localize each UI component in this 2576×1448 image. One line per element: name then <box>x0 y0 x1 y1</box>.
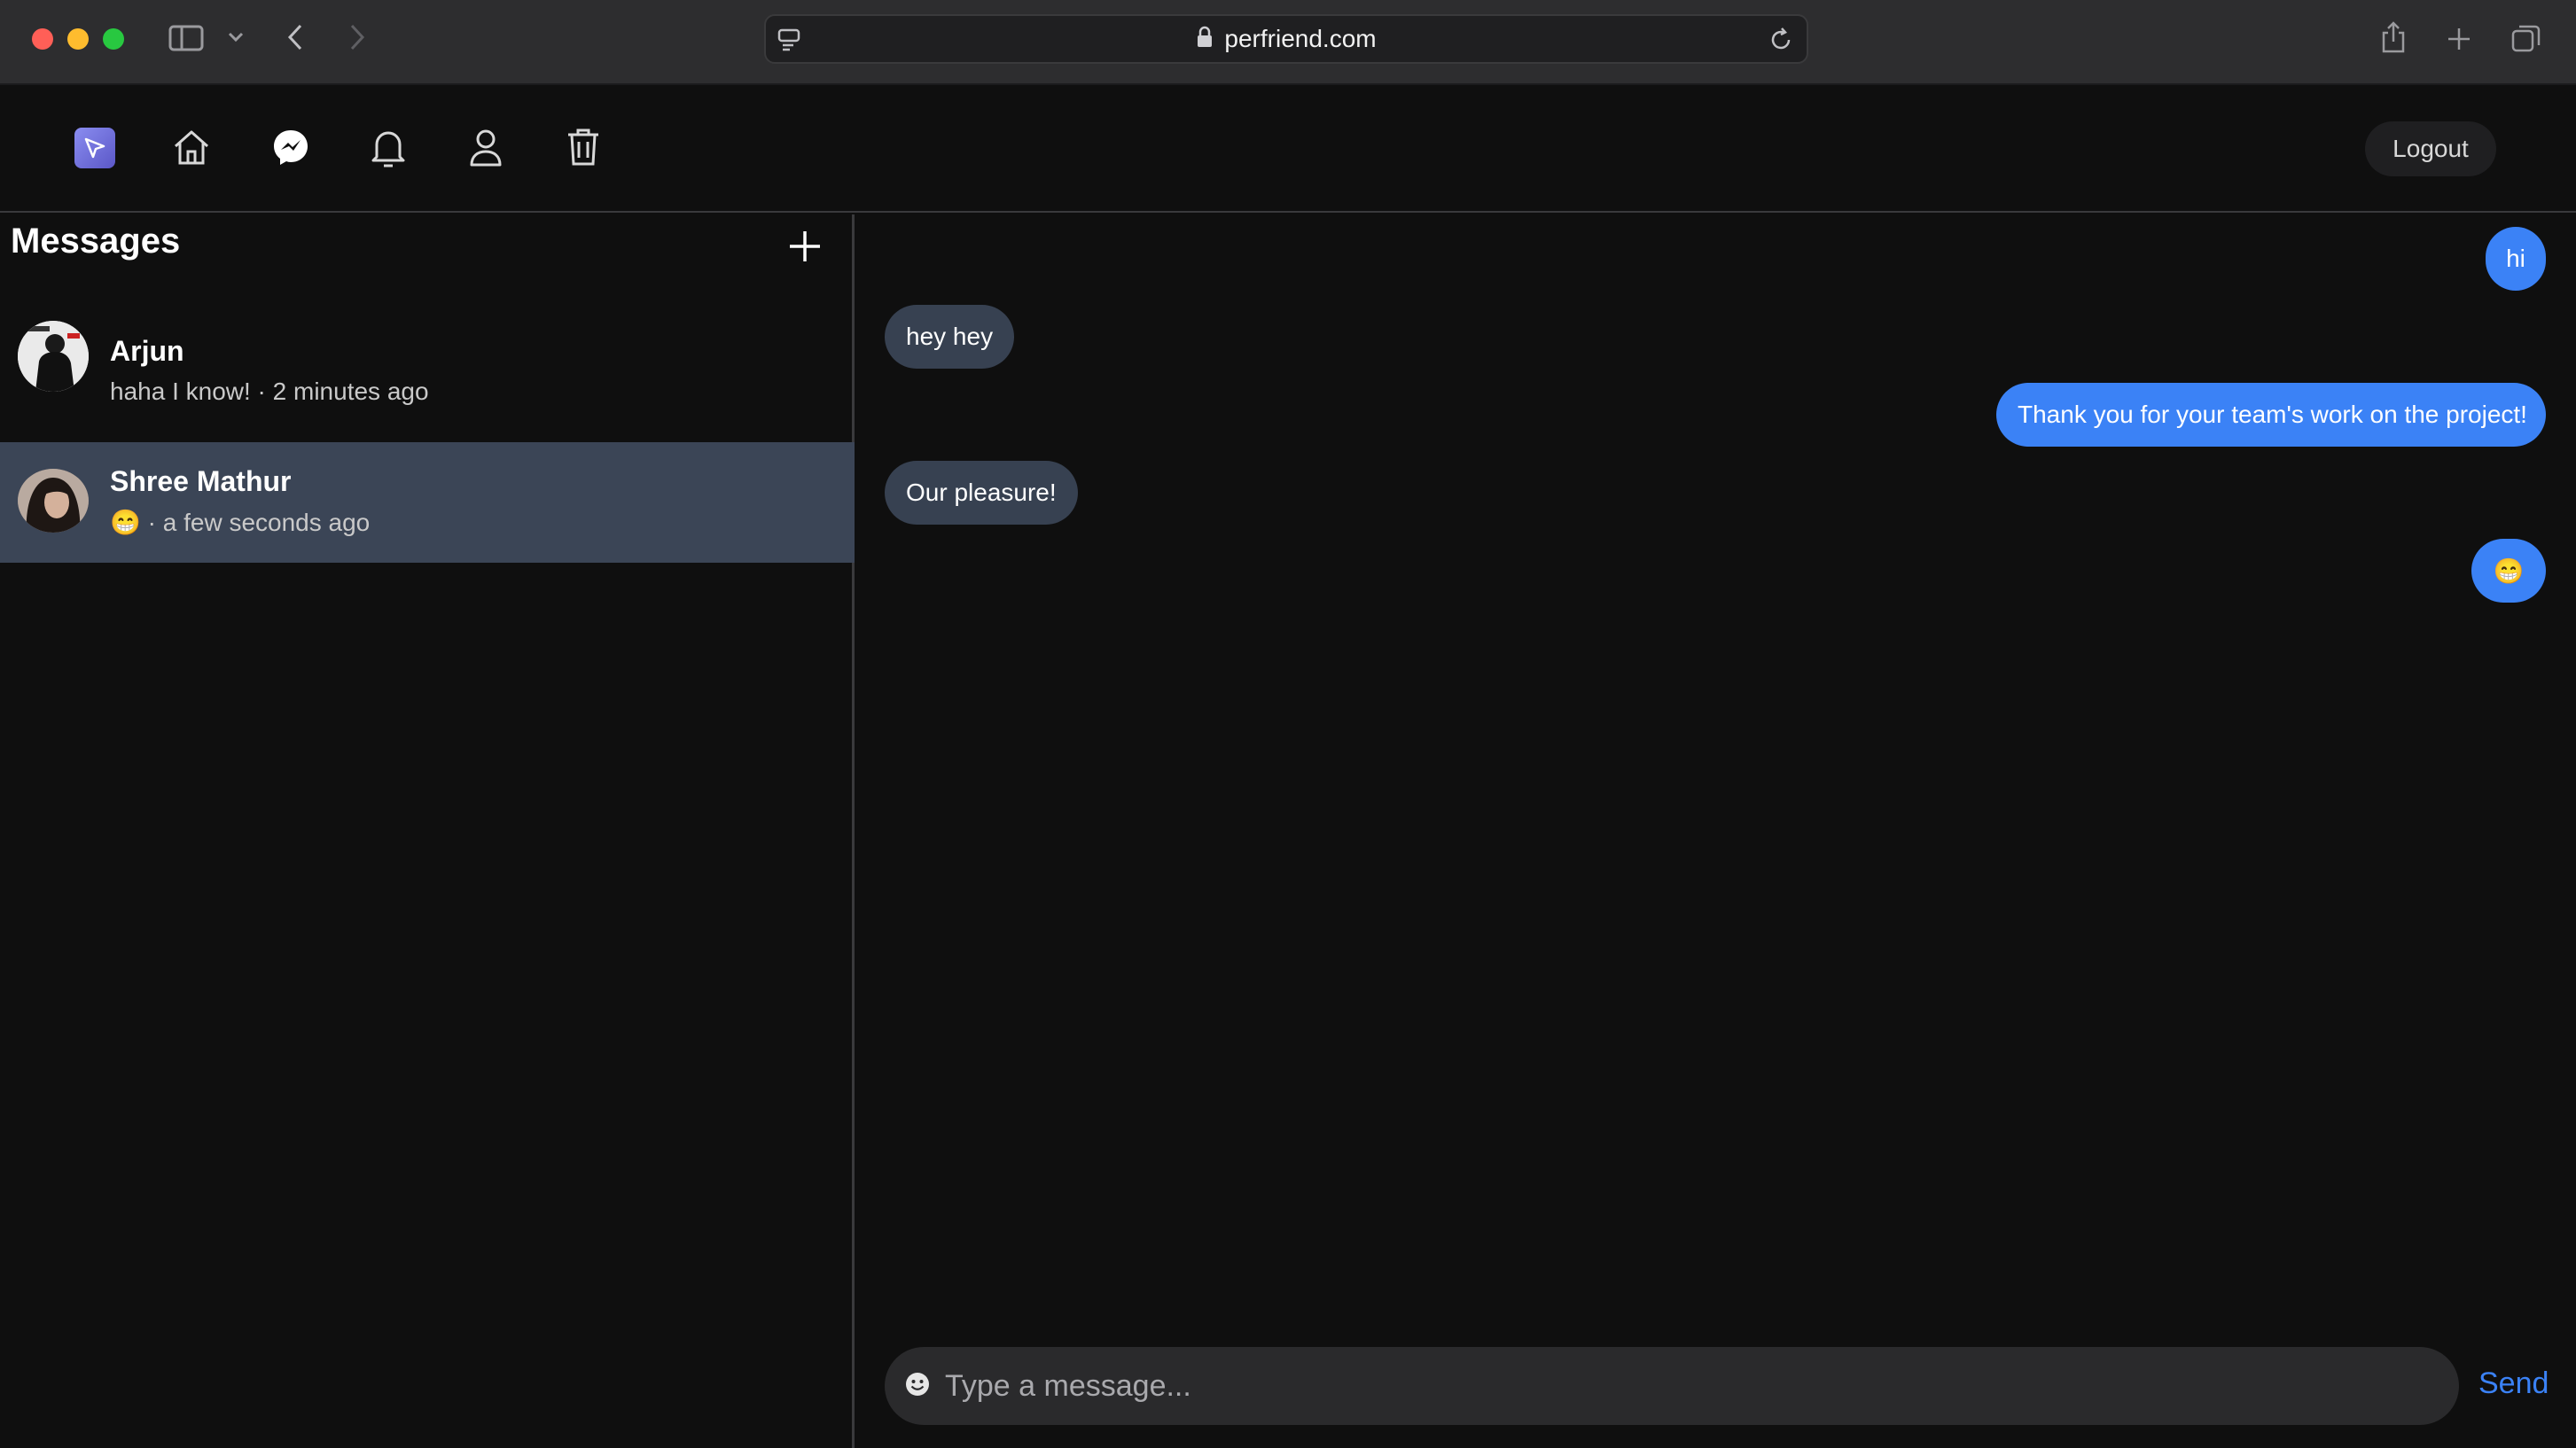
message-bubble-incoming: Our pleasure! <box>885 461 1078 525</box>
browser-toolbar: perfriend.com <box>0 0 2576 85</box>
chevron-down-icon[interactable] <box>225 27 246 48</box>
conversation-preview: 😁 · a few seconds ago <box>110 508 370 537</box>
avatar <box>18 469 89 533</box>
url-text: perfriend.com <box>1224 25 1377 52</box>
message-bubble-outgoing: 😁 <box>2471 539 2546 603</box>
sidebar-toggle-icon[interactable] <box>168 23 204 53</box>
conversation-time: · a few seconds ago <box>140 509 371 536</box>
message-input[interactable] <box>945 1368 2363 1404</box>
share-icon[interactable] <box>2377 19 2409 55</box>
conversation-preview: haha I know! · 2 minutes ago <box>110 378 429 405</box>
back-icon[interactable] <box>282 21 308 53</box>
lock-icon <box>1196 26 1214 53</box>
app-logo[interactable] <box>74 128 115 168</box>
new-message-button[interactable] <box>785 227 824 266</box>
message-composer <box>885 1347 2459 1425</box>
user-icon[interactable] <box>464 126 507 168</box>
emoji-grin: 😁 <box>110 509 141 536</box>
address-bar[interactable]: perfriend.com <box>764 14 1808 64</box>
reload-icon[interactable] <box>1768 27 1794 58</box>
sidebar-title: Messages <box>11 222 181 261</box>
conversation-item-arjun[interactable]: Arjun haha I know! · 2 minutes ago <box>0 312 855 432</box>
forward-icon[interactable] <box>344 21 371 53</box>
close-window-button[interactable] <box>32 28 53 50</box>
messenger-icon[interactable] <box>269 126 312 168</box>
message-bubble-incoming: hey hey <box>885 305 1015 369</box>
page-menu-icon[interactable] <box>777 27 803 58</box>
send-button[interactable]: Send <box>2478 1366 2549 1401</box>
message-bubble-outgoing: Thank you for your team's work on the pr… <box>1996 383 2546 447</box>
zoom-window-button[interactable] <box>103 28 124 50</box>
plus-icon <box>790 231 820 261</box>
conversation-name: Arjun <box>110 335 184 367</box>
logout-button[interactable]: Logout <box>2365 121 2496 176</box>
avatar <box>18 321 89 392</box>
conversation-item-shree-mathur[interactable]: Shree Mathur 😁 · a few seconds ago <box>0 442 855 563</box>
conversation-name: Shree Mathur <box>110 465 292 497</box>
trash-icon[interactable] <box>562 126 605 168</box>
message-bubble-outgoing: hi <box>2486 227 2546 291</box>
bell-icon[interactable] <box>367 126 410 168</box>
tab-overview-icon[interactable] <box>2509 21 2544 57</box>
emoji-picker-icon[interactable] <box>904 1371 931 1402</box>
home-icon[interactable] <box>170 126 213 168</box>
new-tab-icon[interactable] <box>2443 23 2475 55</box>
minimize-window-button[interactable] <box>67 28 89 50</box>
